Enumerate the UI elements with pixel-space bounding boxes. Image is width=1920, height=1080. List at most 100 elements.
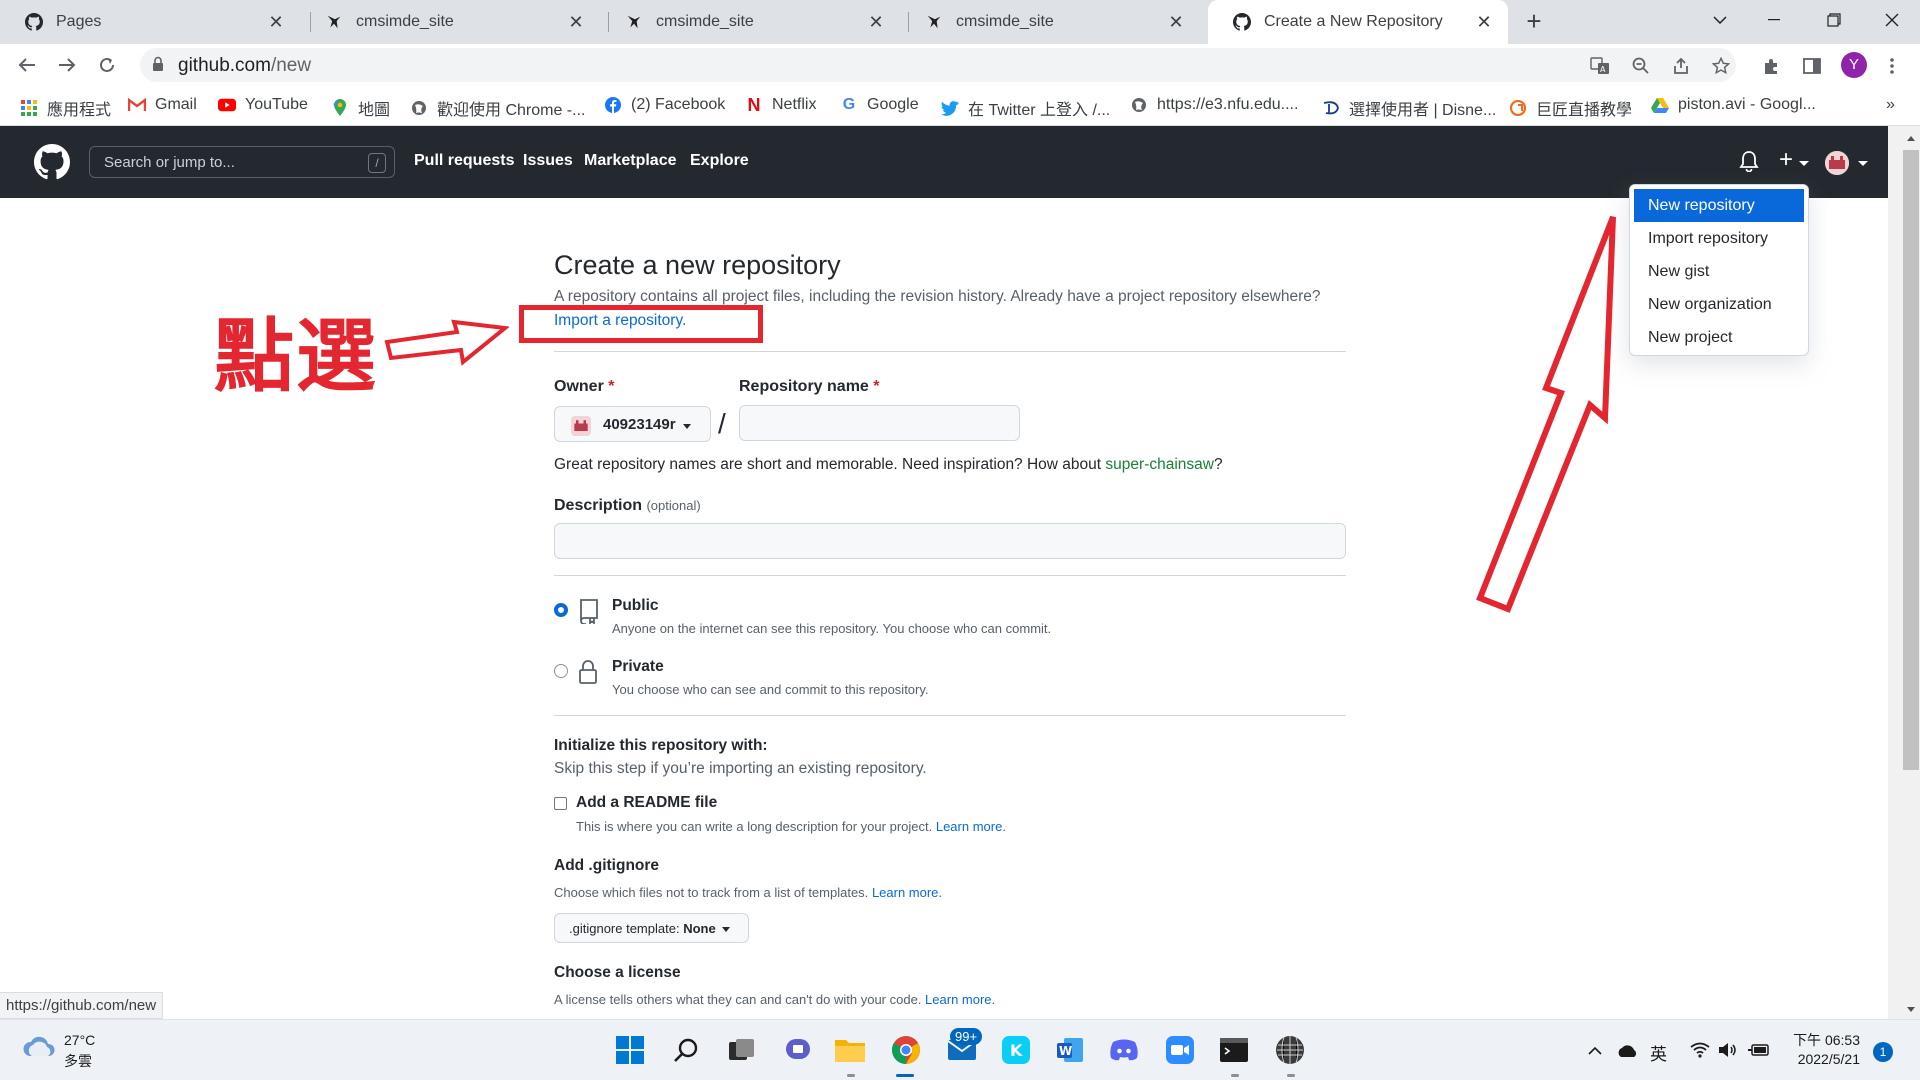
terminal-icon[interactable]	[1216, 1032, 1252, 1068]
bookmark-apps[interactable]: 應用程式	[20, 96, 111, 120]
new-tab-button[interactable]: +	[1520, 8, 1548, 36]
reload-icon[interactable]	[92, 50, 122, 80]
tab-cmsimde-site-1[interactable]: cmsimde_site ✕	[300, 0, 600, 44]
bookmark-label: YouTube	[245, 96, 308, 113]
gitignore-template-select[interactable]: .gitignore template: None	[554, 913, 749, 943]
tray-overflow-chevron-icon[interactable]	[1588, 1046, 1602, 1055]
nav-issues[interactable]: Issues	[523, 152, 573, 170]
menu-item-import-repository[interactable]: Import repository	[1630, 222, 1808, 255]
github-logo-icon[interactable]	[34, 144, 70, 180]
restore-icon[interactable]	[1806, 0, 1862, 40]
search-icon[interactable]	[668, 1032, 704, 1068]
close-icon[interactable]: ✕	[1474, 12, 1494, 33]
tab-create-new-repository[interactable]: Create a New Repository ✕	[1208, 0, 1508, 44]
nav-explore[interactable]: Explore	[690, 152, 749, 170]
private-radio[interactable]	[554, 664, 568, 678]
app-globe-icon[interactable]	[1272, 1032, 1308, 1068]
clock-time[interactable]: 下午 06:53	[1790, 1030, 1860, 1050]
scrollbar-thumb[interactable]	[1903, 150, 1919, 770]
tab-pages[interactable]: Pages ✕	[0, 0, 300, 44]
menu-item-new-gist[interactable]: New gist	[1630, 255, 1808, 288]
bookmark-disney[interactable]: 選擇使用者 | Disne...	[1322, 96, 1496, 120]
profile-avatar[interactable]: Y	[1841, 52, 1867, 78]
owner-select[interactable]: 40923149r	[554, 406, 711, 442]
teams-chat-icon[interactable]	[780, 1032, 816, 1068]
close-icon[interactable]: ✕	[266, 12, 286, 33]
onedrive-cloud-icon[interactable]	[1616, 1044, 1638, 1058]
nav-marketplace[interactable]: Marketplace	[584, 152, 677, 170]
tab-cmsimde-site-2[interactable]: cmsimde_site ✕	[600, 0, 900, 44]
kkbox-icon[interactable]: K	[998, 1032, 1034, 1068]
bookmark-maps[interactable]: 地圖	[331, 96, 390, 120]
side-panel-icon[interactable]	[1800, 54, 1824, 78]
volume-icon[interactable]	[1718, 1042, 1738, 1058]
wifi-icon[interactable]	[1690, 1042, 1710, 1058]
readme-label[interactable]: Add a README file	[576, 794, 717, 812]
menu-item-new-repository[interactable]: New repository	[1634, 189, 1804, 222]
task-view-icon[interactable]	[724, 1032, 760, 1068]
lock-icon[interactable]	[152, 56, 164, 77]
bookmark-facebook[interactable]: (2) Facebook	[604, 96, 725, 114]
tab-cmsimde-site-3[interactable]: cmsimde_site ✕	[900, 0, 1200, 44]
cloud-weather-icon[interactable]	[22, 1034, 56, 1058]
battery-plug-icon[interactable]	[1748, 1042, 1770, 1058]
github-search-input[interactable]: Search or jump to... /	[89, 146, 395, 178]
close-icon[interactable]: ✕	[866, 12, 886, 33]
back-arrow-icon[interactable]	[12, 50, 42, 80]
annotation-click-text: 點選	[214, 310, 378, 403]
private-title: Private	[612, 658, 664, 675]
learn-more-link[interactable]: Learn more.	[925, 992, 995, 1007]
file-explorer-icon[interactable]	[832, 1032, 868, 1068]
close-icon[interactable]: ✕	[566, 12, 586, 33]
scroll-up-arrow-icon[interactable]	[1906, 134, 1916, 142]
word-icon[interactable]: W	[1052, 1032, 1088, 1068]
minimize-icon[interactable]	[1746, 0, 1802, 40]
weather-temperature[interactable]: 27°C	[64, 1032, 95, 1048]
chrome-icon[interactable]	[888, 1032, 924, 1068]
kebab-menu-icon[interactable]	[1880, 54, 1904, 78]
forward-arrow-icon[interactable]	[52, 50, 82, 80]
extensions-puzzle-icon[interactable]	[1760, 54, 1784, 78]
menu-item-new-project[interactable]: New project	[1630, 321, 1808, 354]
close-icon[interactable]: ✕	[1166, 12, 1186, 33]
bookmark-google[interactable]: G Google	[840, 96, 919, 114]
zoom-app-icon[interactable]	[1162, 1032, 1198, 1068]
learn-more-link[interactable]: Learn more.	[936, 819, 1006, 834]
bookmarks-overflow-button[interactable]: »	[1886, 96, 1895, 114]
bookmark-chrome-welcome[interactable]: 歡迎使用 Chrome -...	[410, 96, 585, 120]
bell-icon[interactable]	[1739, 150, 1759, 172]
window-close-icon[interactable]	[1864, 0, 1920, 40]
repository-name-input[interactable]	[739, 405, 1020, 441]
create-new-plus-button[interactable]: +	[1779, 146, 1793, 174]
share-icon[interactable]	[1670, 55, 1692, 77]
ime-indicator[interactable]: 英	[1650, 1040, 1667, 1065]
bookmark-e3-nfu[interactable]: https://e3.nfu.edu....	[1130, 96, 1298, 114]
nav-pull-requests[interactable]: Pull requests	[414, 152, 514, 170]
menu-item-new-organization[interactable]: New organization	[1630, 288, 1808, 321]
bookmark-gmail[interactable]: Gmail	[128, 96, 197, 114]
discord-icon[interactable]	[1106, 1032, 1142, 1068]
description-input[interactable]	[554, 523, 1346, 559]
bookmark-google-drive[interactable]: piston.avi - Googl...	[1651, 96, 1816, 114]
weather-condition[interactable]: 多雲	[64, 1051, 92, 1071]
address-bar[interactable]: github.com/new A	[140, 48, 1736, 82]
learn-more-link[interactable]: Learn more.	[872, 885, 942, 900]
running-indicator	[1231, 1074, 1239, 1077]
bookmark-gjun[interactable]: 巨匠直播教學	[1509, 96, 1632, 120]
public-description: Anyone on the internet can see this repo…	[612, 621, 1052, 636]
bookmark-netflix[interactable]: N Netflix	[745, 95, 817, 115]
bookmark-twitter[interactable]: 在 Twitter 上登入 /...	[941, 96, 1110, 120]
translate-icon[interactable]: A	[1589, 55, 1611, 77]
windows-start-icon[interactable]	[612, 1032, 648, 1068]
user-avatar[interactable]	[1825, 151, 1849, 175]
notification-count-badge[interactable]: 1	[1873, 1042, 1893, 1062]
bookmark-star-icon[interactable]	[1710, 55, 1732, 77]
zoom-icon[interactable]	[1630, 55, 1652, 77]
clock-date[interactable]: 2022/5/21	[1780, 1051, 1860, 1067]
bookmark-youtube[interactable]: YouTube	[218, 96, 308, 114]
suggested-name-link[interactable]: super-chainsaw	[1105, 456, 1214, 473]
readme-checkbox[interactable]	[554, 797, 567, 810]
scroll-down-arrow-icon[interactable]	[1906, 1006, 1916, 1014]
tab-search-chevron-icon[interactable]	[1692, 0, 1748, 40]
public-radio[interactable]	[554, 603, 568, 617]
